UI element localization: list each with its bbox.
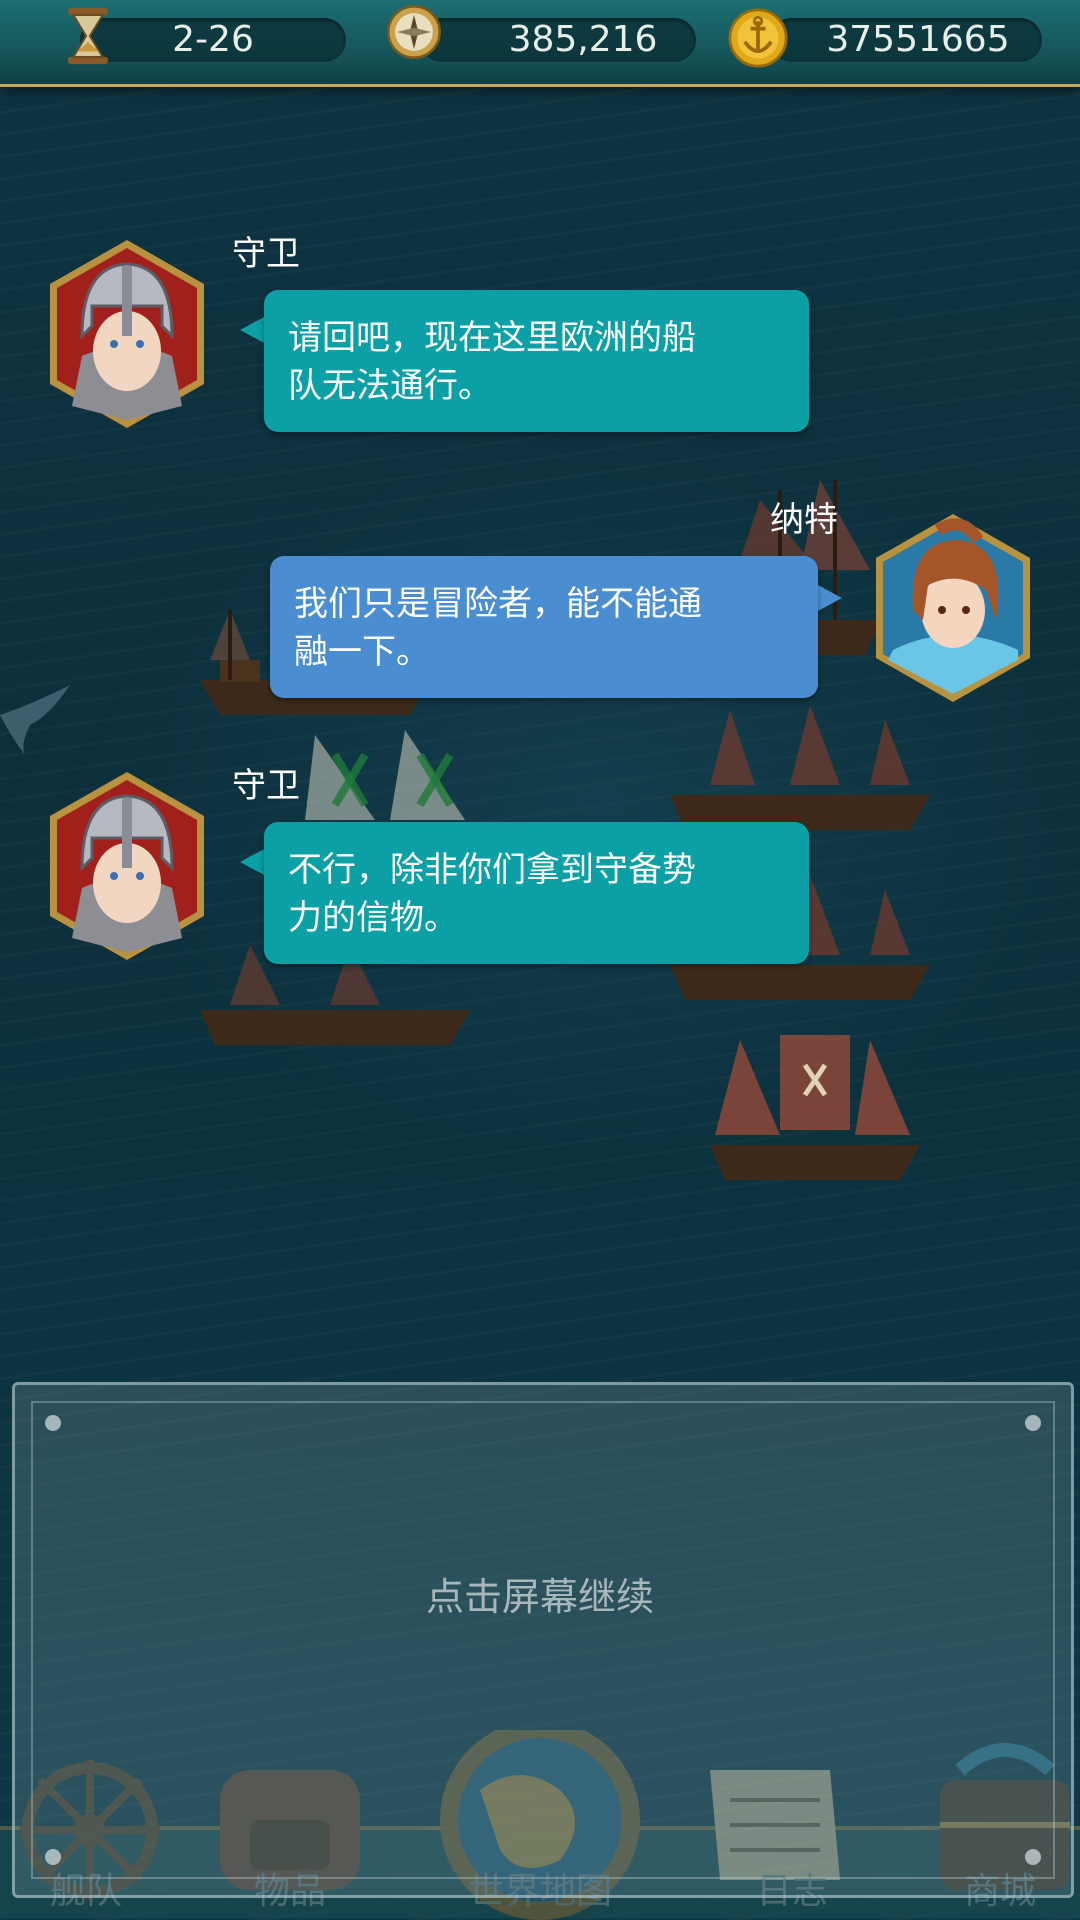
rivet-icon (45, 1415, 61, 1431)
dialogue-text-line: 我们只是冒险者，能不能通 (294, 584, 702, 624)
dialogue-text-line: 力的信物。 (288, 898, 458, 938)
ship-sprite (305, 730, 465, 820)
date-value: 2-26 (172, 19, 254, 60)
date-stat: 2-26 (80, 18, 346, 62)
ship-sprite (710, 1035, 920, 1180)
nate-portrait (876, 514, 1030, 702)
dialogue-bubble: 请回吧，现在这里欧洲的船 队无法通行。 (264, 290, 809, 432)
rivet-icon (1025, 1415, 1041, 1431)
bubble-tail (240, 848, 266, 876)
dialogue-text-line: 队无法通行。 (288, 366, 492, 406)
bird-sprite (0, 685, 70, 755)
gold-value: 37551665 (826, 19, 1010, 60)
bubble-tail (816, 584, 842, 612)
rivet-icon (45, 1849, 61, 1865)
dialogue-text-line: 不行，除非你们拿到守备势 (288, 850, 696, 890)
speaker-name: 纳特 (770, 500, 838, 540)
top-status-bar: 2-26 385,216 37551665 (0, 0, 1080, 87)
compass-icon (387, 5, 441, 59)
guard-portrait (50, 772, 204, 960)
bubble-tail (240, 316, 266, 344)
compass-stat: 385,216 (420, 18, 696, 62)
dialogue-text-line: 融一下。 (294, 632, 430, 672)
hourglass-icon (68, 7, 108, 65)
gold-stat: 37551665 (770, 18, 1042, 62)
speaker-name: 守卫 (232, 234, 300, 274)
dialogue-text-line: 请回吧，现在这里欧洲的船 (288, 318, 696, 358)
panel-inner-frame (31, 1401, 1055, 1879)
guard-portrait (50, 240, 204, 428)
dialogue-bubble: 不行，除非你们拿到守备势 力的信物。 (264, 822, 809, 964)
ship-sprite (670, 705, 930, 830)
rivet-icon (1025, 1849, 1041, 1865)
anchor-coin-icon (728, 8, 788, 68)
continue-panel[interactable] (12, 1382, 1074, 1898)
tap-to-continue-prompt[interactable]: 点击屏幕继续 (0, 1566, 1080, 1621)
dialogue-bubble: 我们只是冒险者，能不能通 融一下。 (270, 556, 818, 698)
speaker-name: 守卫 (232, 766, 300, 806)
compass-value: 385,216 (508, 19, 658, 60)
